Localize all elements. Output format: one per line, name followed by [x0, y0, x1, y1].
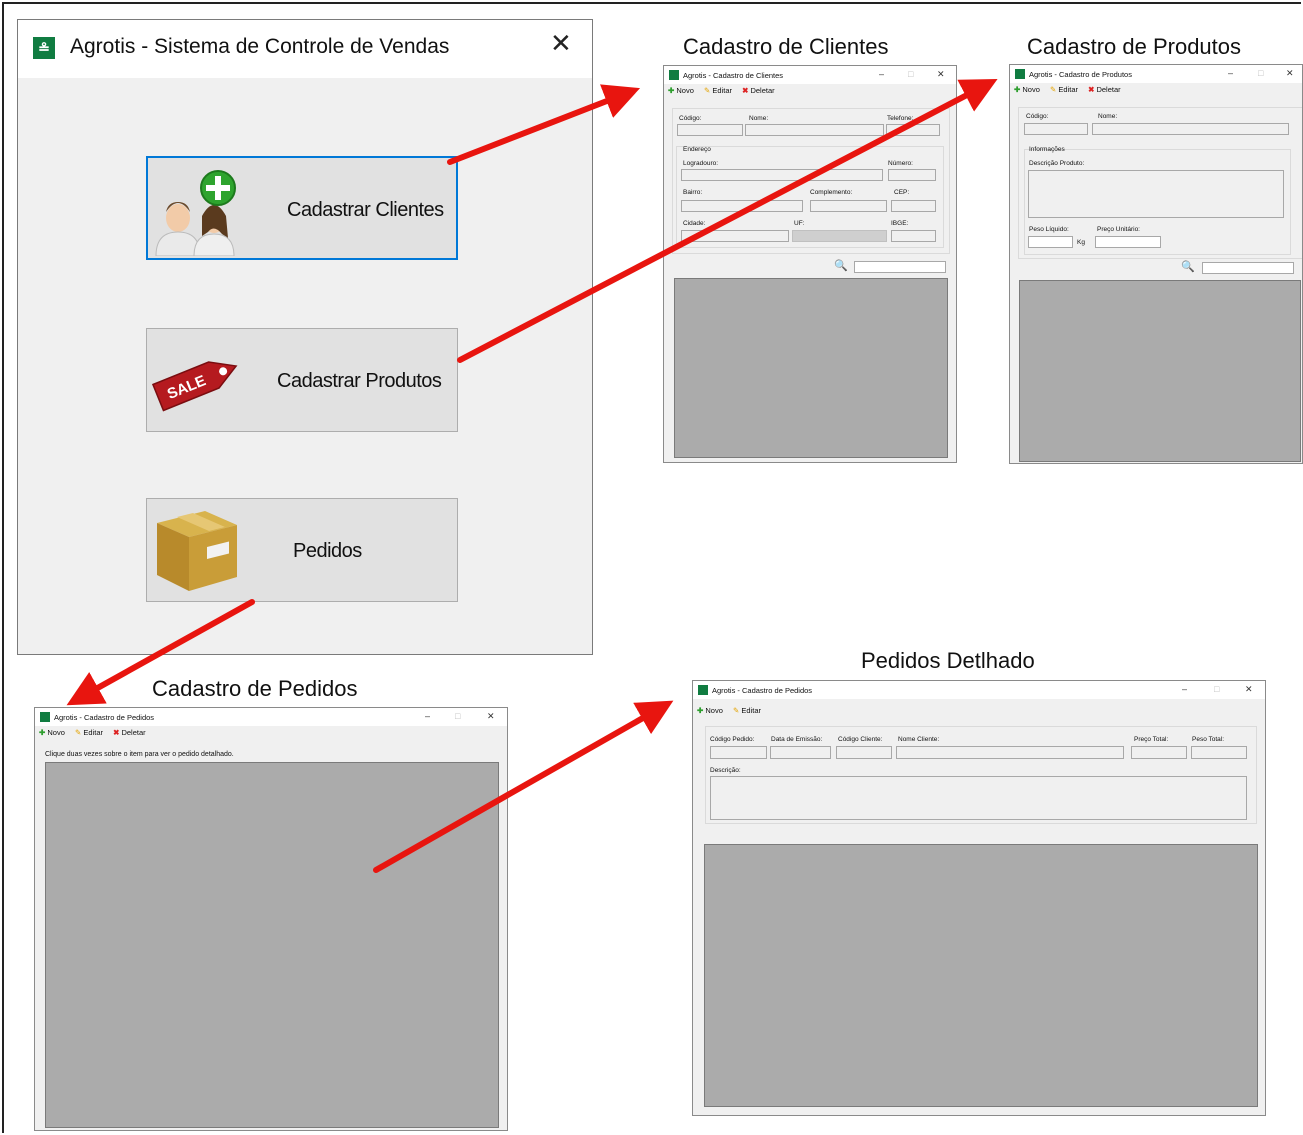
arrow-to-clientes [447, 84, 641, 165]
arrow-to-pedidos [66, 599, 255, 706]
navigation-arrows [66, 78, 998, 873]
arrow-to-detalhado [373, 700, 674, 873]
